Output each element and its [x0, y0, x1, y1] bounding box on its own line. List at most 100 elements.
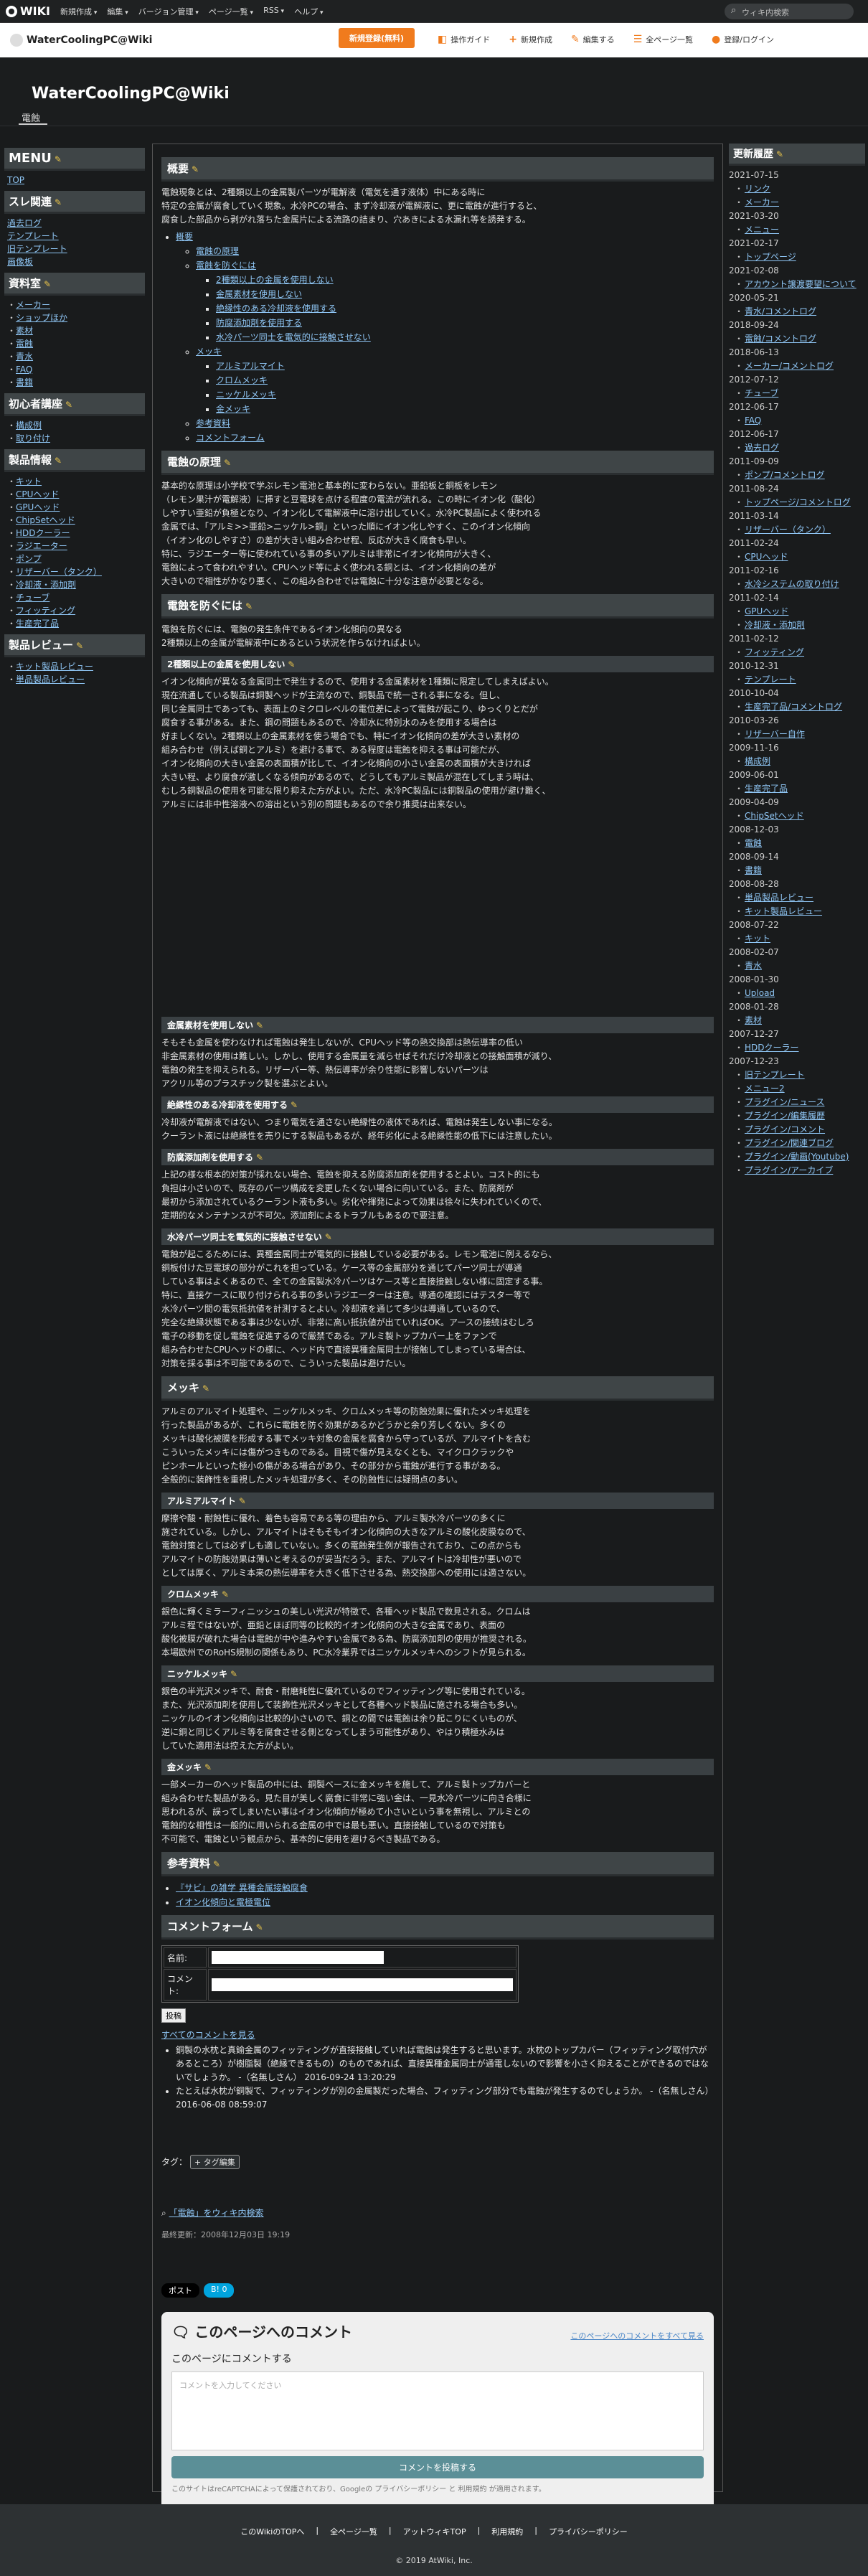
toc-link[interactable]: 概要 [176, 232, 193, 242]
history-link[interactable]: キット [745, 934, 770, 944]
history-link[interactable]: プラグイン/ニュース [745, 1097, 824, 1107]
edit-pencil-icon[interactable]: ✎ [230, 1669, 237, 1679]
history-link[interactable]: メーカー/コメントログ [745, 361, 834, 371]
menu-link[interactable]: 構成例 [16, 420, 42, 431]
edit-pencil-icon[interactable]: ✎ [776, 149, 783, 159]
toc-link[interactable]: コメントフォーム [196, 433, 265, 443]
menu-link[interactable]: ラジエーター [16, 541, 67, 551]
wiki-search-input[interactable]: ウィキ内検索 [725, 4, 854, 19]
toc-link[interactable]: アルミアルマイト [216, 361, 285, 371]
footer-link[interactable]: プライバシーポリシー [549, 2526, 628, 2537]
history-link[interactable]: プラグイン/編集履歴 [745, 1111, 825, 1121]
history-link[interactable]: トップページ/コメントログ [745, 497, 851, 507]
history-link[interactable]: メニュー [745, 225, 779, 235]
edit-pencil-icon[interactable]: ✎ [76, 641, 83, 651]
global-menu-item[interactable]: RSS [263, 6, 284, 17]
toc-link[interactable]: メッキ [196, 347, 222, 357]
global-menu-item[interactable]: バージョン管理 [138, 6, 199, 17]
menu-link[interactable]: 青水 [16, 352, 33, 362]
edit-pencil-icon[interactable]: ✎ [256, 1020, 263, 1030]
toc-link[interactable]: 防腐添加剤を使用する [216, 318, 302, 328]
history-link[interactable]: 電蝕/コメントログ [745, 334, 816, 344]
menu-link[interactable]: キット [16, 476, 42, 486]
menu-link[interactable]: テンプレート [7, 231, 59, 241]
history-link[interactable]: 構成例 [745, 756, 770, 766]
menu-link[interactable]: フィッティング [16, 606, 75, 616]
toc-link[interactable]: 電蝕の原理 [196, 246, 239, 256]
menu-link[interactable]: ChipSetヘッド [16, 515, 75, 525]
history-link[interactable]: 青水/コメントログ [745, 306, 816, 316]
toc-link[interactable]: 絶縁性のある冷却液を使用する [216, 304, 336, 314]
history-link[interactable]: リザーバー（タンク） [745, 525, 831, 535]
edit-pencil-icon[interactable]: ✎ [55, 154, 62, 164]
history-link[interactable]: プラグイン/アーカイブ [745, 1165, 833, 1175]
breadcrumb[interactable]: 電蝕 [22, 111, 40, 124]
menu-link[interactable]: GPUヘッド [16, 502, 60, 512]
menu-link[interactable]: TOP [7, 175, 24, 185]
history-link[interactable]: 過去ログ [745, 443, 779, 453]
toc-link[interactable]: 水冷パーツ同士を電気的に接触させない [216, 332, 371, 342]
edit-pencil-icon[interactable]: ✎ [65, 400, 72, 410]
edit-pencil-icon[interactable]: ✎ [202, 1383, 209, 1393]
global-menu-item[interactable]: ヘルプ [294, 6, 323, 17]
edit-pencil-icon[interactable]: ✎ [256, 1152, 263, 1162]
history-link[interactable]: フィッティング [745, 647, 804, 657]
comment-input[interactable] [212, 1978, 513, 1991]
guide-button[interactable]: ◧ 操作ガイド [438, 34, 490, 45]
edit-pencil-icon[interactable]: ✎ [291, 1100, 298, 1110]
footer-link[interactable]: このWikiのTOPへ [240, 2526, 304, 2537]
history-link[interactable]: 単品製品レビュー [745, 893, 813, 903]
menu-link[interactable]: HDDクーラー [16, 528, 70, 538]
edit-pencil-icon[interactable]: ✎ [55, 456, 62, 466]
signup-button[interactable]: 新規登録(無料) [339, 28, 415, 48]
toc-link[interactable]: ニッケルメッキ [216, 390, 276, 400]
edit-pencil-icon[interactable]: ✎ [288, 659, 295, 669]
edit-pencil-icon[interactable]: ✎ [192, 164, 199, 174]
edit-pencil-icon[interactable]: ✎ [325, 1232, 332, 1242]
edit-pencil-icon[interactable]: ✎ [256, 1922, 263, 1932]
toc-link[interactable]: 金属素材を使用しない [216, 289, 302, 299]
history-link[interactable]: CPUヘッド [745, 552, 788, 562]
menu-link[interactable]: 取り付け [16, 433, 50, 443]
edit-pencil-icon[interactable]: ✎ [239, 1496, 246, 1506]
edit-pencil-icon[interactable]: ✎ [224, 458, 231, 468]
menu-link[interactable]: ショップほか [16, 313, 67, 323]
menu-link[interactable]: FAQ [16, 365, 32, 375]
ref-link[interactable]: イオン化傾向と電極電位 [176, 1897, 270, 1907]
menu-link[interactable]: 過去ログ [7, 218, 42, 228]
history-link[interactable]: メーカー [745, 197, 779, 207]
history-link[interactable]: キット製品レビュー [745, 906, 822, 916]
edit-pencil-icon[interactable]: ✎ [245, 601, 253, 611]
history-link[interactable]: Upload [745, 988, 775, 998]
history-link[interactable]: プラグイン/コメント [745, 1124, 825, 1134]
history-link[interactable]: 生産完了品 [745, 784, 788, 794]
hatena-bookmark-button[interactable]: B! 0 [204, 2283, 235, 2298]
history-link[interactable]: プラグイン/動画(Youtube) [745, 1152, 849, 1162]
history-link[interactable]: 旧テンプレート [745, 1070, 805, 1080]
x-post-button[interactable]: ポスト [161, 2283, 199, 2298]
toc-link[interactable]: 電蝕を防ぐには [196, 260, 256, 271]
wiki-search-link[interactable]: 「電蝕」をウィキ内検索 [169, 2208, 264, 2218]
page-comment-submit-button[interactable]: コメントを投稿する [171, 2456, 704, 2478]
edit-pencil-icon[interactable]: ✎ [222, 1589, 229, 1599]
menu-link[interactable]: 画像板 [7, 257, 33, 267]
footer-link[interactable]: 利用規約 [491, 2526, 523, 2537]
toc-link[interactable]: 金メッキ [216, 404, 250, 414]
all-page-comments-link[interactable]: このページへのコメントをすべて見る [570, 2330, 704, 2341]
menu-link[interactable]: 電蝕 [16, 339, 33, 349]
history-link[interactable]: HDDクーラー [745, 1043, 799, 1053]
menu-link[interactable]: 生産完了品 [16, 619, 59, 629]
ref-link[interactable]: 『サビ』の雑学 異種金属接触腐食 [176, 1883, 308, 1893]
menu-link[interactable]: 冷却液・添加剤 [16, 580, 76, 590]
history-link[interactable]: アカウント譲渡要望について [745, 279, 857, 289]
menu-link[interactable]: 書籍 [16, 377, 33, 387]
history-link[interactable]: メニュー2 [745, 1083, 785, 1094]
history-link[interactable]: テンプレート [745, 674, 796, 685]
toc-link[interactable]: 参考資料 [196, 418, 230, 428]
new-page-button[interactable]: + 新規作成 [509, 34, 552, 45]
history-link[interactable]: 冷却液・添加剤 [745, 620, 805, 630]
edit-pencil-icon[interactable]: ✎ [44, 279, 51, 289]
menu-link[interactable]: CPUヘッド [16, 489, 59, 499]
footer-link[interactable]: 全ページ一覧 [330, 2526, 377, 2537]
global-menu-item[interactable]: 新規作成 [60, 6, 97, 17]
